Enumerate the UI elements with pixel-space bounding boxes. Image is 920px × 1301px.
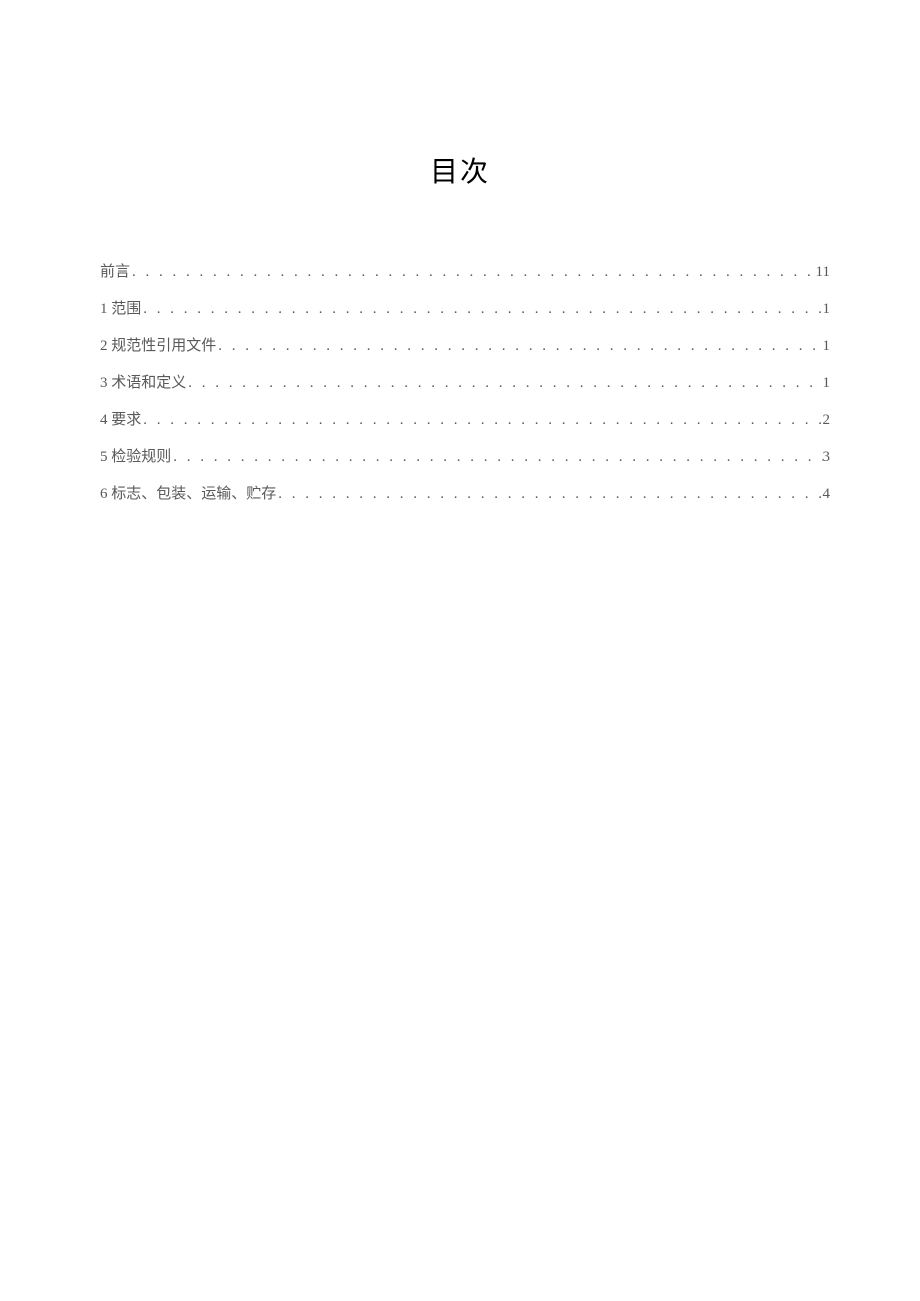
toc-dot-leader: . . . . . . . . . . . . . . . . . . . . … [141, 412, 822, 429]
toc-entry: 2 规范性引用文件 . . . . . . . . . . . . . . . … [100, 334, 830, 355]
toc-entry-page: 2 [823, 412, 831, 429]
toc-dot-leader: . . . . . . . . . . . . . . . . . . . . … [171, 449, 822, 466]
toc-entry-page: 1 [823, 338, 831, 355]
toc-entry: 5 检验规则 . . . . . . . . . . . . . . . . .… [100, 445, 830, 466]
toc-entry-label: 2 规范性引用文件 [100, 334, 216, 355]
toc-entry-page: 1 [823, 301, 831, 318]
toc-entry: 3 术语和定义 . . . . . . . . . . . . . . . . … [100, 371, 830, 392]
toc-dot-leader: . . . . . . . . . . . . . . . . . . . . … [276, 486, 822, 503]
page-title: 目次 [0, 0, 920, 190]
toc-entry-label: 6 标志、包装、运输、贮存 [100, 482, 276, 503]
toc-dot-leader: . . . . . . . . . . . . . . . . . . . . … [216, 338, 822, 355]
toc-entry-label: 3 术语和定义 [100, 371, 186, 392]
toc-entry: 1 范围 . . . . . . . . . . . . . . . . . .… [100, 297, 830, 318]
toc-entry: 6 标志、包装、运输、贮存 . . . . . . . . . . . . . … [100, 482, 830, 503]
toc-entry: 前言 . . . . . . . . . . . . . . . . . . .… [100, 260, 830, 281]
toc-dot-leader: . . . . . . . . . . . . . . . . . . . . … [130, 264, 816, 281]
toc-entry-page: 4 [823, 486, 831, 503]
toc-entry: 4 要求 . . . . . . . . . . . . . . . . . .… [100, 408, 830, 429]
toc-entry-page: 1 [823, 375, 831, 392]
toc-entry-label: 5 检验规则 [100, 445, 171, 466]
toc-entry-label: 1 范围 [100, 297, 141, 318]
toc-entry-page: 3 [823, 449, 831, 466]
toc-dot-leader: . . . . . . . . . . . . . . . . . . . . … [141, 301, 822, 318]
toc-entry-label: 4 要求 [100, 408, 141, 429]
toc-entry-label: 前言 [100, 260, 130, 281]
table-of-contents: 前言 . . . . . . . . . . . . . . . . . . .… [0, 190, 920, 503]
toc-dot-leader: . . . . . . . . . . . . . . . . . . . . … [186, 375, 822, 392]
toc-entry-page: 11 [816, 264, 830, 281]
